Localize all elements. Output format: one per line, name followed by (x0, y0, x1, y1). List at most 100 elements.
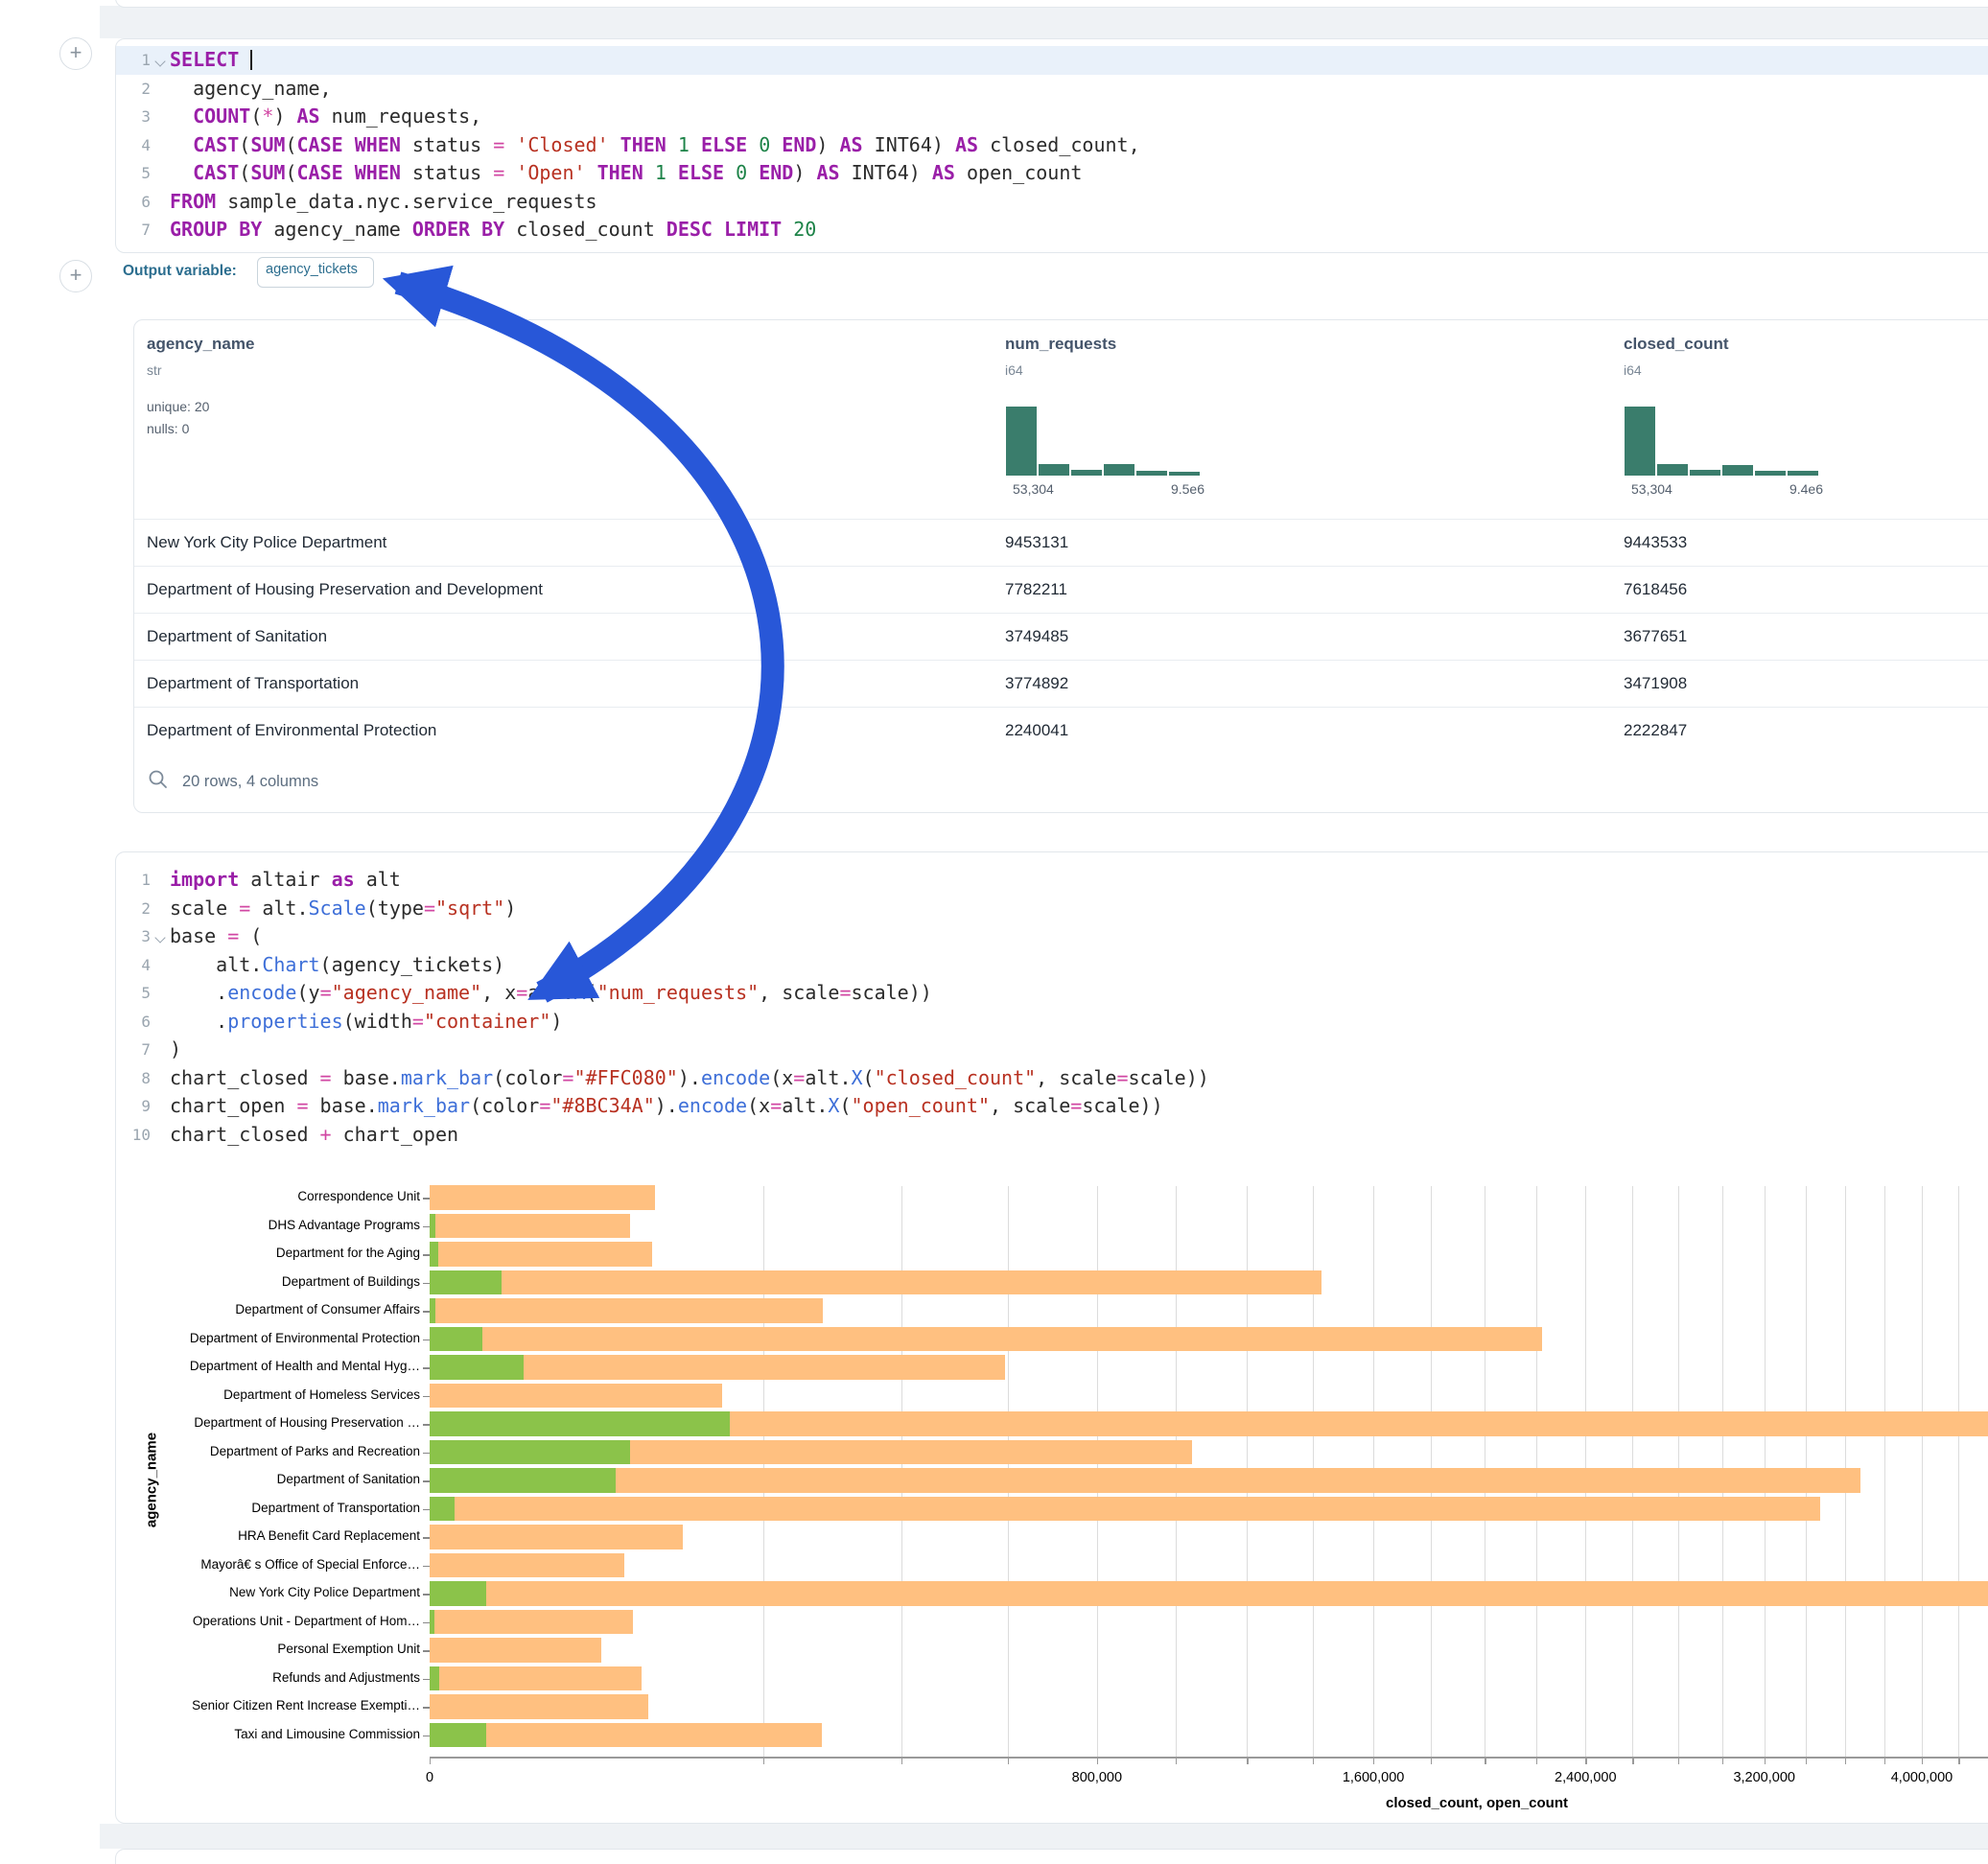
python-line-7[interactable]: 7) (116, 1036, 1988, 1064)
chart-y-tick (423, 1679, 430, 1681)
chart-gridline (1958, 1186, 1959, 1757)
chart-y-tick (423, 1226, 430, 1228)
table-row: Department of Housing Preservation and D… (134, 566, 1988, 614)
chart-bar-open_count (430, 1440, 630, 1464)
python-line-4[interactable]: 4 alt.Chart(agency_tickets) (116, 951, 1988, 980)
table-row: Department of Sanitation37494853677651 (134, 613, 1988, 661)
chart-x-tick (1536, 1759, 1537, 1764)
line-number: 7 (116, 1036, 151, 1064)
python-line-2[interactable]: 2scale = alt.Scale(type="sqrt") (116, 895, 1988, 923)
histogram-bar (1038, 463, 1070, 477)
chart-y-label: Department of Parks and Recreation (8, 1444, 420, 1458)
chart-gridline (1922, 1186, 1923, 1757)
code-text: scale = alt.Scale(type="sqrt") (170, 895, 516, 923)
chart-x-tick (1884, 1759, 1885, 1764)
chart-y-tick (423, 1736, 430, 1737)
fold-chevron-down-icon[interactable] (154, 56, 165, 66)
chart-x-tick (1008, 1759, 1009, 1764)
chart-bar-closed_count (430, 1723, 822, 1747)
output-variable-chip[interactable]: agency_tickets (257, 257, 374, 288)
code-text: alt.Chart(agency_tickets) (170, 951, 504, 980)
fold-chevron-down-icon[interactable] (154, 932, 165, 943)
chart-x-tick-label: 1,600,000 (1306, 1770, 1440, 1785)
chart-y-label: DHS Advantage Programs (8, 1218, 420, 1232)
chart-y-label: Department of Transportation (8, 1501, 420, 1515)
add-cell-button-output[interactable]: + (59, 260, 92, 292)
chart-x-tick (1722, 1759, 1723, 1764)
chart-x-tick-label: 2,400,000 (1518, 1770, 1652, 1785)
chart-y-label: Department of Buildings (8, 1274, 420, 1289)
code-text: SELECT (170, 46, 252, 75)
chart-y-label: Department of Housing Preservation … (8, 1415, 420, 1430)
table-cell: 3677651 (1624, 627, 1687, 646)
sql-line-5[interactable]: 5 CAST(SUM(CASE WHEN status = 'Open' THE… (116, 159, 1988, 188)
python-line-9[interactable]: 9chart_open = base.mark_bar(color="#8BC3… (116, 1092, 1988, 1121)
histogram-bar (1721, 464, 1754, 477)
line-number: 5 (116, 979, 151, 1008)
line-number: 4 (116, 951, 151, 980)
line-number: 8 (116, 1064, 151, 1093)
chart-x-tick-label: 0 (363, 1770, 497, 1785)
histogram-bar (1070, 469, 1103, 477)
page-gap-top (100, 6, 1988, 38)
python-code-editor[interactable]: 1import altair as alt2scale = alt.Scale(… (116, 866, 1988, 1149)
chart-x-tick (1678, 1759, 1679, 1764)
chart-y-tick (423, 1367, 430, 1369)
chart-bar-open_count (430, 1581, 486, 1605)
python-line-3[interactable]: 3base = ( (116, 922, 1988, 951)
add-cell-button-top[interactable]: + (59, 37, 92, 70)
code-text: CAST(SUM(CASE WHEN status = 'Open' THEN … (170, 159, 1082, 188)
table-cell: Department of Sanitation (147, 627, 327, 646)
line-number: 2 (116, 75, 151, 104)
table-cell: 7782211 (1005, 580, 1067, 599)
histogram-min-label: 53,304 (1013, 481, 1054, 497)
page-gap-bottom (100, 1824, 1988, 1849)
sql-line-1[interactable]: 1SELECT (116, 46, 1988, 75)
chart-y-label: Refunds and Adjustments (8, 1670, 420, 1685)
python-line-8[interactable]: 8chart_closed = base.mark_bar(color="#FF… (116, 1064, 1988, 1093)
table-row: Department of Environmental Protection22… (134, 707, 1988, 755)
sql-line-6[interactable]: 6 FROM sample_data.nyc.service_requests (116, 188, 1988, 217)
chart-x-tick (901, 1759, 902, 1764)
chart-bar-closed_count (430, 1638, 601, 1662)
histogram-min-label: 53,304 (1631, 481, 1672, 497)
code-text: .properties(width="container") (170, 1008, 562, 1037)
python-line-10[interactable]: 10chart_closed + chart_open (116, 1121, 1988, 1150)
chart-bar-open_count (430, 1666, 439, 1690)
chart-y-tick (423, 1650, 430, 1652)
chart-x-tick (1845, 1759, 1846, 1764)
python-line-5[interactable]: 5 .encode(y="agency_name", x=alt.X("num_… (116, 979, 1988, 1008)
column-stat: unique: 20 (147, 399, 209, 414)
column-type: i64 (1624, 362, 1642, 378)
histogram-bar (1689, 469, 1721, 477)
column-type: str (147, 362, 162, 378)
python-line-1[interactable]: 1import altair as alt (116, 866, 1988, 895)
chart-bar-open_count (430, 1497, 455, 1521)
sql-cell[interactable]: 1SELECT 2 agency_name,3 COUNT(*) AS num_… (115, 38, 1988, 253)
chart-y-label: Department for the Aging (8, 1246, 420, 1260)
search-icon[interactable] (148, 769, 169, 790)
sql-line-4[interactable]: 4 CAST(SUM(CASE WHEN status = 'Closed' T… (116, 131, 1988, 160)
chart-bar-closed_count (430, 1497, 1820, 1521)
sql-line-2[interactable]: 2 agency_name, (116, 75, 1988, 104)
code-text: CAST(SUM(CASE WHEN status = 'Closed' THE… (170, 131, 1140, 160)
chart-y-tick (423, 1198, 430, 1200)
line-number: 3 (116, 103, 151, 131)
next-cell-partial (115, 1849, 1988, 1864)
table-cell: Department of Environmental Protection (147, 721, 436, 740)
column-stat: nulls: 0 (147, 421, 189, 436)
column-title-agency_name: agency_name (147, 335, 254, 354)
line-number: 10 (116, 1121, 151, 1150)
line-number: 7 (116, 216, 151, 245)
table-cell: 7618456 (1624, 580, 1687, 599)
chart-bar-open_count (430, 1298, 435, 1322)
sql-line-3[interactable]: 3 COUNT(*) AS num_requests, (116, 103, 1988, 131)
sql-code-editor[interactable]: 1SELECT 2 agency_name,3 COUNT(*) AS num_… (116, 46, 1988, 245)
line-number: 6 (116, 188, 151, 217)
chart-y-tick (423, 1566, 430, 1568)
chart-bar-open_count (430, 1411, 730, 1435)
python-line-6[interactable]: 6 .properties(width="container") (116, 1008, 1988, 1037)
line-number: 3 (116, 922, 151, 951)
sql-line-7[interactable]: 7GROUP BY agency_name ORDER BY closed_co… (116, 216, 1988, 245)
code-text: FROM sample_data.nyc.service_requests (170, 188, 597, 217)
